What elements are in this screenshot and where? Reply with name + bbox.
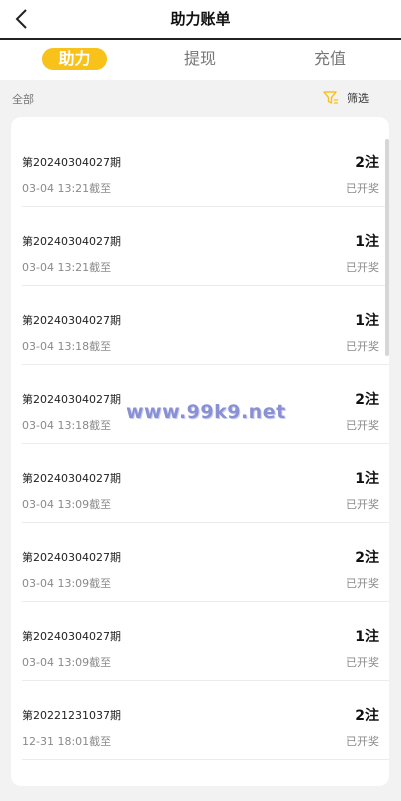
record-status: 已开奖: [346, 656, 379, 669]
record-status: 已开奖: [346, 577, 379, 590]
list-item[interactable]: 第20221231037期 12-31 18:01截至 2注 已开奖: [22, 681, 389, 760]
record-period: 第20240304027期: [22, 156, 121, 169]
list-item[interactable]: 第20240304027期 03-04 13:09截至 1注 已开奖: [22, 602, 389, 681]
record-period: 第20240304027期: [22, 314, 121, 327]
filter-button[interactable]: 筛选: [323, 90, 369, 106]
page-title: 助力账单: [170, 10, 231, 28]
tab-recharge[interactable]: 充值: [300, 48, 360, 70]
list-item[interactable]: 第20240304027期 03-04 13:21截至 2注 已开奖: [22, 128, 389, 207]
record-period: 第20240304027期: [22, 393, 121, 406]
record-period: 第20221231037期: [22, 709, 121, 722]
record-deadline: 03-04 13:09截至: [22, 577, 112, 590]
record-deadline: 03-04 13:18截至: [22, 340, 112, 353]
record-count: 1注: [355, 234, 379, 250]
record-period: 第20240304027期: [22, 630, 121, 643]
record-deadline: 03-04 13:21截至: [22, 182, 112, 195]
record-count: 2注: [355, 550, 379, 566]
record-deadline: 03-04 13:18截至: [22, 419, 112, 432]
list-item[interactable]: 第20240304027期 03-04 13:18截至 1注 已开奖: [22, 286, 389, 365]
record-period: 第20240304027期: [22, 551, 121, 564]
record-deadline: 03-04 13:09截至: [22, 656, 112, 669]
record-count: 1注: [355, 471, 379, 487]
record-count: 1注: [355, 629, 379, 645]
record-count: 1注: [355, 313, 379, 329]
filter-all-label: 全部: [12, 93, 34, 106]
record-status: 已开奖: [346, 340, 379, 353]
record-deadline: 12-31 18:01截至: [22, 735, 112, 748]
record-status: 已开奖: [346, 498, 379, 511]
record-period: 第20240304027期: [22, 472, 121, 485]
filter-label: 筛选: [347, 92, 369, 105]
record-list[interactable]: 第20240304027期 03-04 13:21截至 2注 已开奖 第2024…: [11, 117, 389, 786]
record-deadline: 03-04 13:21截至: [22, 261, 112, 274]
header-bar: 助力账单: [0, 0, 401, 40]
record-deadline: 03-04 13:09截至: [22, 498, 112, 511]
funnel-icon: [323, 91, 338, 104]
tab-assist[interactable]: 助力: [42, 48, 107, 70]
record-status: 已开奖: [346, 419, 379, 432]
record-status: 已开奖: [346, 261, 379, 274]
record-count: 2注: [355, 708, 379, 724]
record-count: 2注: [355, 392, 379, 408]
scrollbar[interactable]: [385, 139, 389, 356]
list-item[interactable]: 第20240304027期 03-04 13:09截至 1注 已开奖: [22, 444, 389, 523]
record-count: 2注: [355, 155, 379, 171]
list-item[interactable]: 第20240304027期 03-04 13:21截至 1注 已开奖: [22, 207, 389, 286]
list-item[interactable]: 第20240304027期 03-04 13:09截至 2注 已开奖: [22, 523, 389, 602]
record-status: 已开奖: [346, 735, 379, 748]
record-period: 第20240304027期: [22, 235, 121, 248]
filter-bar: 全部 筛选: [0, 80, 401, 116]
watermark: www.99k9.net: [126, 401, 286, 423]
tab-bar: 助力 提现 充值: [0, 40, 401, 80]
tab-withdraw[interactable]: 提现: [170, 48, 230, 70]
record-status: 已开奖: [346, 182, 379, 195]
